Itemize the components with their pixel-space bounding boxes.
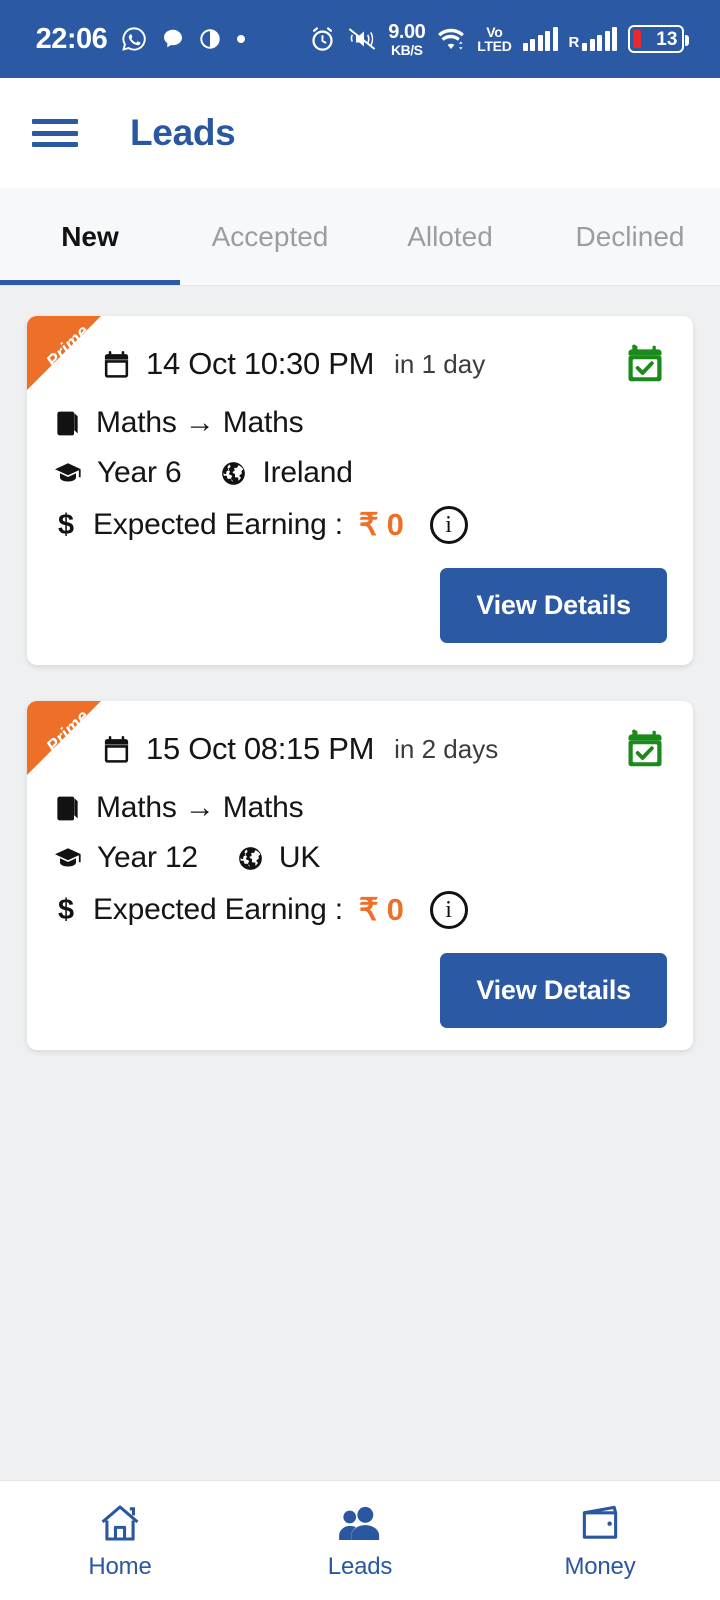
- app-screen: 22:06 9.00 KB/S Vo LTED R 13 Leads New A…: [0, 0, 720, 1600]
- lead-date: 14 Oct 10:30 PM: [146, 346, 375, 381]
- status-bar-left: 22:06: [36, 23, 248, 56]
- globe-icon: [236, 844, 265, 873]
- lead-relative-time: in 1 day: [394, 348, 486, 379]
- home-icon: [98, 1501, 142, 1545]
- view-details-button[interactable]: View Details: [440, 953, 667, 1028]
- lead-earning-amount: ₹ 0: [358, 892, 404, 927]
- volte-line-2: LTED: [477, 38, 512, 54]
- tab-declined-label: Declined: [575, 220, 685, 252]
- tab-new[interactable]: New: [0, 188, 180, 285]
- lead-country: UK: [278, 841, 321, 874]
- page-title: Leads: [130, 112, 236, 153]
- lead-card-actions: View Details: [53, 568, 667, 643]
- lead-earning-amount: ₹ 0: [358, 507, 404, 542]
- status-bar: 22:06 9.00 KB/S Vo LTED R 13: [0, 0, 720, 78]
- lead-earning-row: $ Expected Earning : ₹ 0 i: [53, 891, 667, 929]
- message-icon: [161, 27, 185, 51]
- status-bar-right: 9.00 KB/S Vo LTED R 13: [309, 22, 690, 57]
- dollar-icon: $: [53, 895, 79, 925]
- volte-line-1: Vo: [486, 24, 503, 40]
- lead-subject: Maths → Maths: [96, 406, 304, 439]
- info-icon[interactable]: i: [429, 506, 468, 544]
- whatsapp-icon: [121, 26, 147, 52]
- nav-item-home[interactable]: Home: [0, 1501, 240, 1581]
- lead-subject-row: Maths → Maths: [53, 406, 667, 440]
- hamburger-menu-icon[interactable]: [32, 116, 78, 150]
- lead-year: Year 12: [97, 841, 198, 874]
- lead-date: 15 Oct 08:15 PM: [146, 731, 375, 766]
- roaming-label: R: [568, 34, 580, 51]
- lead-list: Prime 14 Oct 10:30 PM in 1 day Maths → M…: [0, 286, 720, 1480]
- nav-item-home-label: Home: [88, 1552, 152, 1580]
- roaming-signal-icon: R: [569, 27, 618, 51]
- contrast-icon: [199, 28, 221, 50]
- prime-ribbon-label: Prime: [42, 705, 93, 757]
- svg-text:$: $: [58, 510, 74, 540]
- nav-item-leads-label: Leads: [327, 1552, 393, 1580]
- battery-icon: 13: [628, 25, 690, 53]
- dot-icon: [235, 33, 247, 45]
- nav-item-money-label: Money: [564, 1552, 636, 1580]
- lead-relative-time: in 2 days: [394, 733, 499, 764]
- network-speed-indicator: 9.00 KB/S: [388, 22, 425, 57]
- nav-item-leads[interactable]: Leads: [240, 1501, 480, 1581]
- lead-card[interactable]: Prime 15 Oct 08:15 PM in 2 days Maths → …: [27, 701, 693, 1050]
- book-icon: [53, 794, 82, 823]
- tab-new-label: New: [61, 220, 119, 252]
- tab-accepted-label: Accepted: [211, 220, 329, 252]
- info-icon[interactable]: i: [429, 891, 468, 929]
- people-icon: [337, 1501, 383, 1545]
- bottom-navigation: Home Leads Money: [0, 1480, 720, 1600]
- lead-date-row: 14 Oct 10:30 PM in 1 day: [101, 342, 667, 386]
- alarm-icon: [309, 26, 336, 53]
- tab-declined[interactable]: Declined: [540, 188, 720, 285]
- calendar-check-icon: [623, 342, 667, 386]
- signal-icon: [522, 27, 558, 51]
- svg-text:$: $: [58, 895, 74, 925]
- tab-accepted[interactable]: Accepted: [180, 188, 360, 285]
- tab-alloted[interactable]: Alloted: [360, 188, 540, 285]
- lead-card-actions: View Details: [53, 953, 667, 1028]
- lead-subject: Maths → Maths: [96, 791, 304, 824]
- lead-subject-row: Maths → Maths: [53, 791, 667, 825]
- book-icon: [53, 409, 82, 438]
- lead-status-tabs: New Accepted Alloted Declined: [0, 188, 720, 286]
- battery-level: 13: [656, 28, 678, 50]
- graduation-cap-icon: [53, 458, 83, 488]
- tab-alloted-label: Alloted: [407, 220, 493, 252]
- network-speed-value: 9.00: [388, 20, 426, 43]
- app-bar: Leads: [0, 78, 720, 188]
- lead-card[interactable]: Prime 14 Oct 10:30 PM in 1 day Maths → M…: [27, 316, 693, 665]
- lead-earning-label: Expected Earning :: [93, 893, 343, 926]
- graduation-cap-icon: [53, 843, 83, 873]
- view-details-button[interactable]: View Details: [440, 568, 667, 643]
- wallet-icon: [578, 1501, 622, 1545]
- lead-date-row: 15 Oct 08:15 PM in 2 days: [101, 727, 667, 771]
- lead-level-row: Year 6 Ireland: [53, 456, 667, 490]
- wifi-icon: [436, 26, 466, 52]
- calendar-icon: [101, 734, 132, 765]
- calendar-check-icon: [623, 727, 667, 771]
- globe-icon: [219, 459, 248, 488]
- nav-item-money[interactable]: Money: [480, 1501, 720, 1581]
- lead-country: Ireland: [262, 456, 353, 489]
- prime-ribbon: [27, 701, 101, 775]
- status-clock: 22:06: [35, 22, 108, 55]
- lead-level-row: Year 12 UK: [53, 841, 667, 875]
- lead-earning-label: Expected Earning :: [93, 508, 343, 541]
- volte-icon: Vo LTED: [477, 24, 512, 54]
- mute-icon: [347, 26, 377, 52]
- battery-fill: [633, 30, 642, 48]
- network-speed-unit: KB/S: [391, 41, 423, 58]
- dollar-icon: $: [53, 510, 79, 540]
- calendar-icon: [101, 349, 132, 380]
- prime-ribbon-label: Prime: [42, 320, 93, 372]
- lead-earning-row: $ Expected Earning : ₹ 0 i: [53, 506, 667, 544]
- prime-ribbon: [27, 316, 101, 390]
- lead-year: Year 6: [97, 456, 182, 489]
